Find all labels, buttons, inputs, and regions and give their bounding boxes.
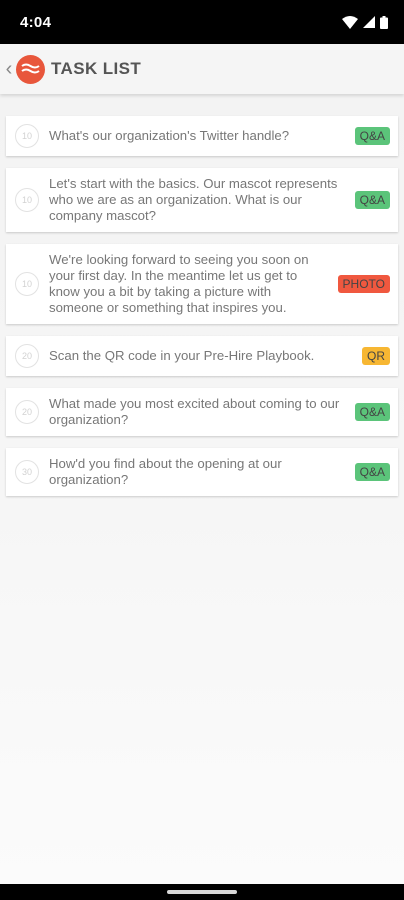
task-type-badge: Q&A bbox=[354, 127, 390, 145]
task-text: We're looking forward to seeing you soon… bbox=[49, 252, 309, 315]
chevron-left-icon[interactable]: ‹ bbox=[3, 44, 15, 94]
task-card[interactable]: 30 How'd you find about the opening at ou… bbox=[6, 448, 398, 496]
task-card[interactable]: 10 Let's start with the basics. Our masco… bbox=[6, 168, 398, 232]
task-type-badge: Q&A bbox=[354, 191, 390, 209]
status-icons bbox=[342, 15, 388, 29]
task-card[interactable]: 20 Scan the QR code in your Pre-Hire Play… bbox=[6, 336, 398, 376]
status-time: 4:04 bbox=[20, 13, 52, 31]
wifi-icon bbox=[342, 15, 358, 29]
task-card[interactable]: 10 We're looking forward to seeing you so… bbox=[6, 244, 398, 324]
task-card[interactable]: 10 What's our organization's Twitter hand… bbox=[6, 116, 398, 156]
signal-icon bbox=[363, 16, 375, 28]
points-circle: 20 bbox=[15, 344, 39, 368]
battery-icon bbox=[380, 15, 388, 29]
home-indicator[interactable] bbox=[167, 890, 237, 894]
task-list: 10 What's our organization's Twitter hand… bbox=[0, 116, 404, 496]
points-circle: 10 bbox=[15, 188, 39, 212]
status-bar: 4:04 bbox=[0, 0, 404, 44]
task-type-badge: Q&A bbox=[354, 463, 390, 481]
task-text: Scan the QR code in your Pre-Hire Playbo… bbox=[49, 348, 315, 363]
system-nav-bar bbox=[0, 884, 404, 900]
page-title: TASK LIST bbox=[51, 59, 142, 78]
app-logo-icon bbox=[16, 54, 45, 84]
points-circle: 10 bbox=[15, 124, 39, 148]
app-bar: ‹ TASK LIST bbox=[0, 44, 404, 94]
task-card[interactable]: 20 What made you most excited about comin… bbox=[6, 388, 398, 436]
task-text: What made you most excited about coming … bbox=[49, 396, 340, 427]
task-type-badge: Q&A bbox=[354, 403, 390, 421]
task-text: Let's start with the basics. Our mascot … bbox=[49, 176, 338, 223]
task-type-badge: PHOTO bbox=[337, 275, 390, 293]
points-circle: 10 bbox=[15, 272, 39, 296]
points-circle: 20 bbox=[15, 400, 39, 424]
task-type-badge: QR bbox=[362, 347, 390, 365]
points-circle: 30 bbox=[15, 460, 39, 484]
task-text: How'd you find about the opening at our … bbox=[49, 456, 282, 487]
task-text: What's our organization's Twitter handle… bbox=[49, 128, 290, 143]
task-list-container: 10 What's our organization's Twitter hand… bbox=[0, 94, 404, 884]
